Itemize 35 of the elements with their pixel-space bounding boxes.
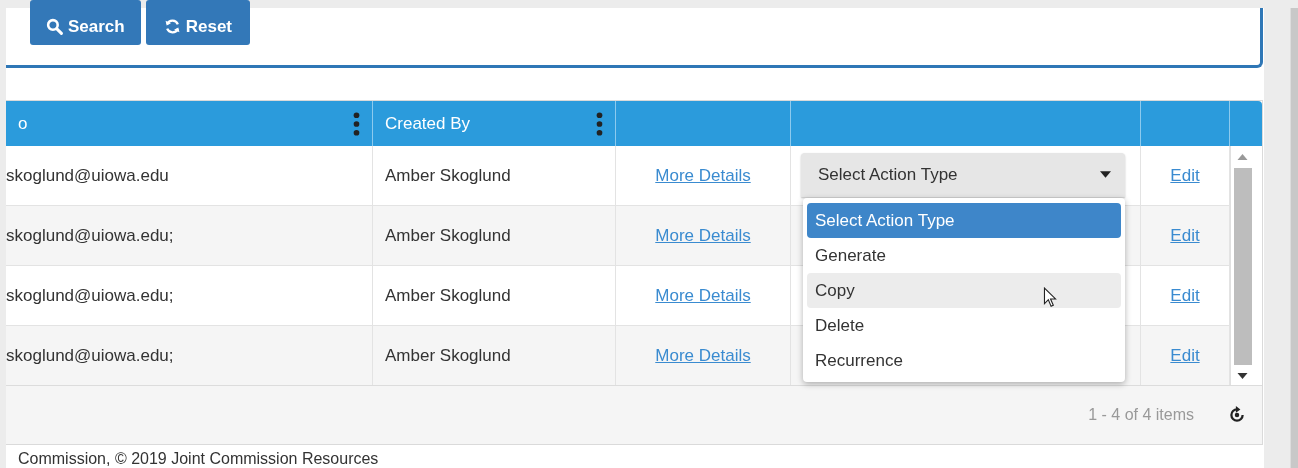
- table-cell: skoglund@uiowa.edu: [6, 146, 373, 205]
- table-cell: Amber Skoglund: [373, 146, 616, 205]
- edit-link[interactable]: Edit: [1170, 225, 1200, 246]
- table-cell: skoglund@uiowa.edu;: [6, 206, 373, 265]
- refresh-icon: [163, 18, 181, 35]
- scroll-up-icon[interactable]: [1237, 154, 1248, 160]
- dropdown-option[interactable]: Recurrence: [807, 343, 1121, 378]
- search-icon: [46, 18, 63, 35]
- pager-info: 1 - 4 of 4 items: [1088, 406, 1194, 424]
- refresh-icon[interactable]: [1228, 406, 1246, 424]
- mouse-pointer-icon: [1043, 287, 1057, 308]
- table-cell: Amber Skoglund: [373, 206, 616, 265]
- dropdown-option[interactable]: Select Action Type: [807, 203, 1121, 238]
- table-cell: skoglund@uiowa.edu;: [6, 266, 373, 325]
- column-menu-icon[interactable]: [596, 111, 603, 136]
- search-button[interactable]: Search: [30, 0, 141, 45]
- footer-text: Commission, © 2019 Joint Commission Resources: [18, 450, 379, 467]
- more-details-link[interactable]: More Details: [655, 285, 751, 306]
- dropdown-option[interactable]: Delete: [807, 308, 1121, 343]
- scroll-down-icon[interactable]: [1237, 373, 1248, 379]
- more-details-link[interactable]: More Details: [655, 345, 751, 366]
- column-menu-icon[interactable]: [353, 111, 360, 136]
- action-type-dropdown[interactable]: Select Action Type: [801, 152, 1125, 197]
- caret-icon: [1100, 171, 1111, 178]
- more-details-link[interactable]: More Details: [655, 225, 751, 246]
- scrollbar[interactable]: [1230, 146, 1254, 385]
- page-scrollbar[interactable]: [1290, 8, 1298, 468]
- table-cell: Amber Skoglund: [373, 266, 616, 325]
- more-details-link[interactable]: More Details: [655, 165, 751, 186]
- edit-link[interactable]: Edit: [1170, 165, 1200, 186]
- edit-link[interactable]: Edit: [1170, 345, 1200, 366]
- reset-button[interactable]: Reset: [145, 0, 250, 45]
- dropdown-option[interactable]: Generate: [807, 238, 1121, 273]
- edit-link[interactable]: Edit: [1170, 285, 1200, 306]
- dropdown-option[interactable]: Copy: [807, 273, 1121, 308]
